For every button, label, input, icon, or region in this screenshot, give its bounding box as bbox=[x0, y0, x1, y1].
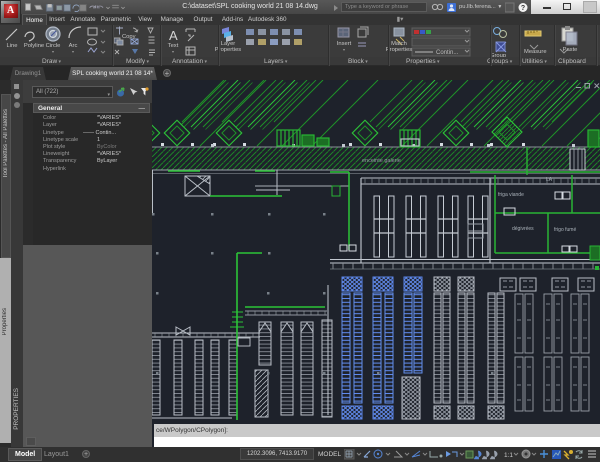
svg-text:?: ? bbox=[521, 5, 525, 12]
svg-text:A: A bbox=[169, 28, 178, 43]
svg-text:frigo fumé: frigo fumé bbox=[554, 227, 576, 233]
svg-text:LA: LA bbox=[546, 177, 553, 183]
svg-text:Contin...: Contin... bbox=[436, 50, 459, 56]
svg-text:enceinte galerie: enceinte galerie bbox=[362, 158, 401, 164]
svg-text:1:1: 1:1 bbox=[504, 452, 513, 459]
svg-text:dégivrées: dégivrées bbox=[512, 226, 534, 232]
svg-text:friga viande: friga viande bbox=[498, 192, 524, 198]
